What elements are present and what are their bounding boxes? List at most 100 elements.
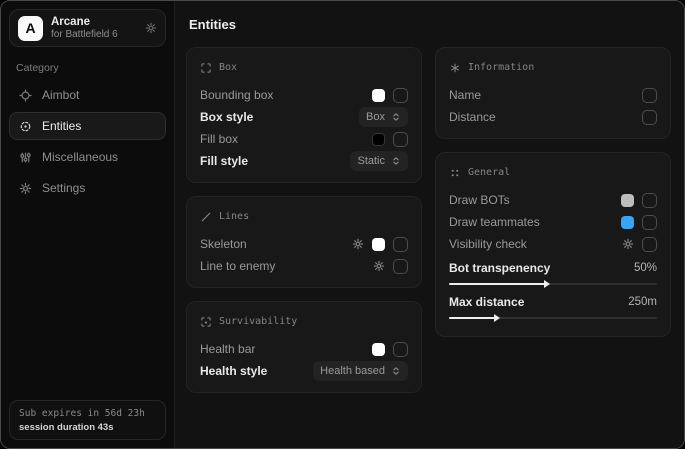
information-panel: Information Name Distance <box>435 47 671 139</box>
sidebar-item-entities[interactable]: Entities <box>9 112 166 140</box>
line-to-enemy-checkbox[interactable] <box>393 259 408 274</box>
line-to-enemy-settings-gear-icon[interactable] <box>373 260 385 272</box>
left-column: Box Bounding box Box style Box <box>186 47 422 393</box>
draw-teammates-checkbox[interactable] <box>642 215 657 230</box>
box-style-row: Box style Box <box>200 106 408 128</box>
health-bar-color-swatch[interactable] <box>372 343 385 356</box>
box-style-label: Box style <box>200 110 253 124</box>
draw-bots-color-swatch[interactable] <box>621 194 634 207</box>
survivability-panel: Survivability Health bar Health style <box>186 301 422 393</box>
brand-text: Arcane for Battlefield 6 <box>51 15 118 42</box>
bot-transparency-group: Bot transpenency 50% <box>449 258 657 285</box>
visibility-check-label: Visibility check <box>449 237 527 251</box>
name-label: Name <box>449 88 481 102</box>
brand-logo: A <box>18 16 43 41</box>
draw-teammates-color-swatch[interactable] <box>621 216 634 229</box>
line-to-enemy-label: Line to enemy <box>200 259 275 273</box>
bot-transparency-label: Bot transpenency <box>449 261 550 275</box>
bot-transparency-slider[interactable] <box>449 283 657 285</box>
max-distance-label: Max distance <box>449 295 524 309</box>
draw-bots-label: Draw BOTs <box>449 193 510 207</box>
line-to-enemy-row: Line to enemy <box>200 255 408 277</box>
visibility-check-checkbox[interactable] <box>642 237 657 252</box>
distance-checkbox[interactable] <box>642 110 657 125</box>
health-style-label: Health style <box>200 364 267 378</box>
category-label: Category <box>16 62 159 74</box>
general-panel: General Draw BOTs Draw teammates <box>435 152 671 337</box>
sidebar-item-label: Settings <box>42 181 85 195</box>
bounding-box-checkbox[interactable] <box>393 88 408 103</box>
max-distance-group: Max distance 250m <box>449 292 657 319</box>
visibility-check-settings-gear-icon[interactable] <box>622 238 634 250</box>
health-style-row: Health style Health based <box>200 360 408 382</box>
subscription-card: Sub expires in 56d 23h session duration … <box>9 400 166 440</box>
skeleton-checkbox[interactable] <box>393 237 408 252</box>
diagonal-line-icon <box>200 211 212 223</box>
survivability-panel-header: Survivability <box>200 314 408 329</box>
sliders-icon <box>19 151 32 164</box>
max-distance-value: 250m <box>628 296 657 308</box>
skeleton-color-swatch[interactable] <box>372 238 385 251</box>
fill-box-color-swatch[interactable] <box>372 133 385 146</box>
session-duration-text: session duration 43s <box>19 422 156 433</box>
fill-box-checkbox[interactable] <box>393 132 408 147</box>
skeleton-settings-gear-icon[interactable] <box>352 238 364 250</box>
fill-style-label: Fill style <box>200 154 248 168</box>
survivability-panel-title: Survivability <box>219 316 297 327</box>
general-panel-header: General <box>449 165 657 180</box>
draw-bots-checkbox[interactable] <box>642 193 657 208</box>
max-distance-slider-fill <box>449 317 495 319</box>
bounding-box-color-swatch[interactable] <box>372 89 385 102</box>
health-bar-label: Health bar <box>200 342 255 356</box>
grid-dots-icon <box>449 167 461 179</box>
fill-box-row: Fill box <box>200 128 408 150</box>
draw-bots-row: Draw BOTs <box>449 189 657 211</box>
bounding-box-label: Bounding box <box>200 88 273 102</box>
chevrons-up-down-icon <box>391 156 401 166</box>
health-bar-row: Health bar <box>200 338 408 360</box>
bounding-box-row: Bounding box <box>200 84 408 106</box>
brand-subtitle: for Battlefield 6 <box>51 29 118 42</box>
crosshair-icon <box>19 89 32 102</box>
box-panel: Box Bounding box Box style Box <box>186 47 422 183</box>
app-window: A Arcane for Battlefield 6 Category <box>0 0 685 449</box>
health-bar-checkbox[interactable] <box>393 342 408 357</box>
distance-row: Distance <box>449 106 657 128</box>
fill-box-label: Fill box <box>200 132 238 146</box>
sidebar: A Arcane for Battlefield 6 Category <box>1 1 175 448</box>
sub-expires-text: Sub expires in 56d 23h <box>19 408 156 419</box>
chevrons-up-down-icon <box>391 366 401 376</box>
draw-teammates-row: Draw teammates <box>449 211 657 233</box>
health-style-dropdown[interactable]: Health based <box>313 361 408 381</box>
box-icon <box>200 62 212 74</box>
information-panel-header: Information <box>449 60 657 75</box>
name-row: Name <box>449 84 657 106</box>
max-distance-slider[interactable] <box>449 317 657 319</box>
fill-style-dropdown[interactable]: Static <box>350 151 408 171</box>
box-style-dropdown[interactable]: Box <box>359 107 408 127</box>
brand-gear-icon[interactable] <box>145 22 157 34</box>
radar-icon <box>19 120 32 133</box>
chevrons-up-down-icon <box>391 112 401 122</box>
lines-panel: Lines Skeleton <box>186 196 422 288</box>
box-panel-title: Box <box>219 62 237 73</box>
health-style-value: Health based <box>320 365 385 377</box>
fill-style-row: Fill style Static <box>200 150 408 172</box>
sidebar-item-label: Aimbot <box>42 88 79 102</box>
brand-name: Arcane <box>51 15 118 29</box>
name-checkbox[interactable] <box>642 88 657 103</box>
sidebar-item-miscellaneous[interactable]: Miscellaneous <box>9 143 166 171</box>
gear-icon <box>19 182 32 195</box>
sidebar-item-settings[interactable]: Settings <box>9 174 166 202</box>
visibility-check-row: Visibility check <box>449 233 657 255</box>
health-scan-icon <box>200 316 212 328</box>
sidebar-item-aimbot[interactable]: Aimbot <box>9 81 166 109</box>
bot-transparency-slider-fill <box>449 283 545 285</box>
lines-panel-title: Lines <box>219 211 249 222</box>
fill-style-value: Static <box>357 155 385 167</box>
page-title: Entities <box>189 17 671 32</box>
box-style-value: Box <box>366 111 385 123</box>
general-panel-title: General <box>468 167 510 178</box>
asterisk-icon <box>449 62 461 74</box>
draw-teammates-label: Draw teammates <box>449 215 540 229</box>
